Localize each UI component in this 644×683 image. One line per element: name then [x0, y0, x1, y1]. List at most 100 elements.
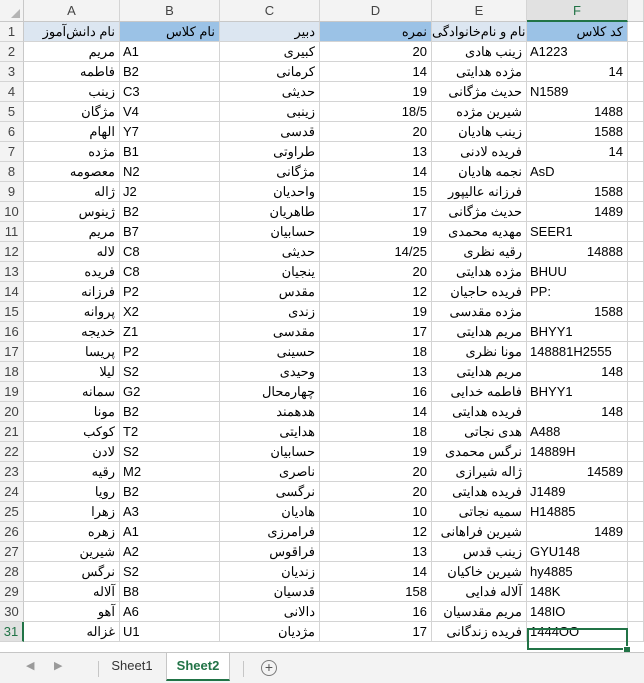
table-cell[interactable]: مهدیه محمدی: [432, 222, 527, 242]
table-cell[interactable]: شیرین فراهانی: [432, 522, 527, 542]
table-cell[interactable]: [628, 42, 644, 62]
table-cell[interactable]: 1489: [527, 522, 628, 542]
table-cell[interactable]: 10: [320, 502, 432, 522]
table-cell[interactable]: حدیث مژگانی: [432, 82, 527, 102]
table-cell[interactable]: [628, 442, 644, 462]
table-cell[interactable]: C3: [120, 82, 220, 102]
table-cell[interactable]: مژگان: [24, 102, 120, 122]
table-cell[interactable]: SEER1: [527, 222, 628, 242]
table-cell[interactable]: 158: [320, 582, 432, 602]
table-cell[interactable]: [628, 482, 644, 502]
table-cell[interactable]: شیرین خاکیان: [432, 562, 527, 582]
table-cell[interactable]: مژدیان: [220, 622, 320, 642]
table-cell[interactable]: 1588: [527, 182, 628, 202]
table-cell[interactable]: [628, 462, 644, 482]
table-cell[interactable]: U1: [120, 622, 220, 642]
table-cell[interactable]: B2: [120, 482, 220, 502]
table-cell[interactable]: مقدسی: [220, 322, 320, 342]
table-cell[interactable]: 18: [320, 342, 432, 362]
table-cell[interactable]: 148: [527, 402, 628, 422]
add-sheet-icon[interactable]: +: [261, 660, 277, 676]
table-cell[interactable]: M2: [120, 462, 220, 482]
table-cell[interactable]: [628, 322, 644, 342]
table-cell[interactable]: B8: [120, 582, 220, 602]
table-cell[interactable]: معصومه: [24, 162, 120, 182]
table-cell[interactable]: A1223: [527, 42, 628, 62]
table-cell[interactable]: J2: [120, 182, 220, 202]
table-cell[interactable]: H14885: [527, 502, 628, 522]
table-cell[interactable]: [628, 342, 644, 362]
table-cell[interactable]: چهارمحال: [220, 382, 320, 402]
table-cell[interactable]: 14/25: [320, 242, 432, 262]
table-cell[interactable]: مریم هدایتی: [432, 362, 527, 382]
table-cell[interactable]: [628, 242, 644, 262]
column-header-f[interactable]: F: [527, 0, 628, 22]
table-cell[interactable]: 20: [320, 42, 432, 62]
row-header[interactable]: 17: [0, 342, 24, 362]
header-cell[interactable]: دبیر: [220, 22, 320, 42]
table-cell[interactable]: نرگس محمدی: [432, 442, 527, 462]
row-header[interactable]: 15: [0, 302, 24, 322]
table-cell[interactable]: لیلا: [24, 362, 120, 382]
table-cell[interactable]: [628, 542, 644, 562]
table-cell[interactable]: سمانه: [24, 382, 120, 402]
table-cell[interactable]: 14889H: [527, 442, 628, 462]
table-cell[interactable]: زینب هادیان: [432, 122, 527, 142]
table-cell[interactable]: زینب قدس: [432, 542, 527, 562]
table-cell[interactable]: S2: [120, 442, 220, 462]
table-cell[interactable]: 20: [320, 122, 432, 142]
table-cell[interactable]: دالانی: [220, 602, 320, 622]
table-cell[interactable]: مژده: [24, 142, 120, 162]
table-cell[interactable]: نرگس: [24, 562, 120, 582]
row-header[interactable]: 20: [0, 402, 24, 422]
row-header[interactable]: 27: [0, 542, 24, 562]
row-header[interactable]: 18: [0, 362, 24, 382]
table-cell[interactable]: ینجیان: [220, 262, 320, 282]
table-cell[interactable]: مژده هدایتی: [432, 62, 527, 82]
table-cell[interactable]: مریم مقدسیان: [432, 602, 527, 622]
table-cell[interactable]: 16: [320, 602, 432, 622]
table-cell[interactable]: واحدیان: [220, 182, 320, 202]
table-cell[interactable]: فرزانه: [24, 282, 120, 302]
column-header-d[interactable]: D: [320, 0, 432, 22]
table-cell[interactable]: ژاله شیرازی: [432, 462, 527, 482]
table-cell[interactable]: 12: [320, 282, 432, 302]
column-header-a[interactable]: A: [24, 0, 120, 22]
table-cell[interactable]: نرگسی: [220, 482, 320, 502]
table-cell[interactable]: 20: [320, 262, 432, 282]
header-cell[interactable]: نمره: [320, 22, 432, 42]
table-cell[interactable]: 148: [527, 362, 628, 382]
table-cell[interactable]: لاله: [24, 242, 120, 262]
row-header[interactable]: 16: [0, 322, 24, 342]
sheet-nav-next-icon[interactable]: ▶: [54, 659, 62, 672]
table-cell[interactable]: [628, 102, 644, 122]
table-cell[interactable]: 18/5: [320, 102, 432, 122]
table-cell[interactable]: 1588: [527, 122, 628, 142]
table-cell[interactable]: فرامرزی: [220, 522, 320, 542]
table-cell[interactable]: [628, 502, 644, 522]
table-cell[interactable]: حسابیان: [220, 222, 320, 242]
table-cell[interactable]: [628, 362, 644, 382]
table-cell[interactable]: 14: [320, 62, 432, 82]
table-cell[interactable]: [628, 202, 644, 222]
row-header[interactable]: 23: [0, 462, 24, 482]
table-cell[interactable]: N2: [120, 162, 220, 182]
table-cell[interactable]: قدسیان: [220, 582, 320, 602]
table-cell[interactable]: T2: [120, 422, 220, 442]
table-cell[interactable]: فریده هدایتی: [432, 402, 527, 422]
table-cell[interactable]: [628, 402, 644, 422]
table-cell[interactable]: قدسی: [220, 122, 320, 142]
table-cell[interactable]: [628, 222, 644, 242]
table-cell[interactable]: مژده مقدسی: [432, 302, 527, 322]
table-cell[interactable]: زهره: [24, 522, 120, 542]
row-header[interactable]: 24: [0, 482, 24, 502]
table-cell[interactable]: خدیجه: [24, 322, 120, 342]
select-all-corner[interactable]: [0, 0, 24, 22]
table-cell[interactable]: Y7: [120, 122, 220, 142]
row-header[interactable]: 12: [0, 242, 24, 262]
table-cell[interactable]: فریده لادنی: [432, 142, 527, 162]
table-cell[interactable]: A1: [120, 42, 220, 62]
table-cell[interactable]: زندیان: [220, 562, 320, 582]
table-cell[interactable]: AsD: [527, 162, 628, 182]
table-cell[interactable]: J1489: [527, 482, 628, 502]
